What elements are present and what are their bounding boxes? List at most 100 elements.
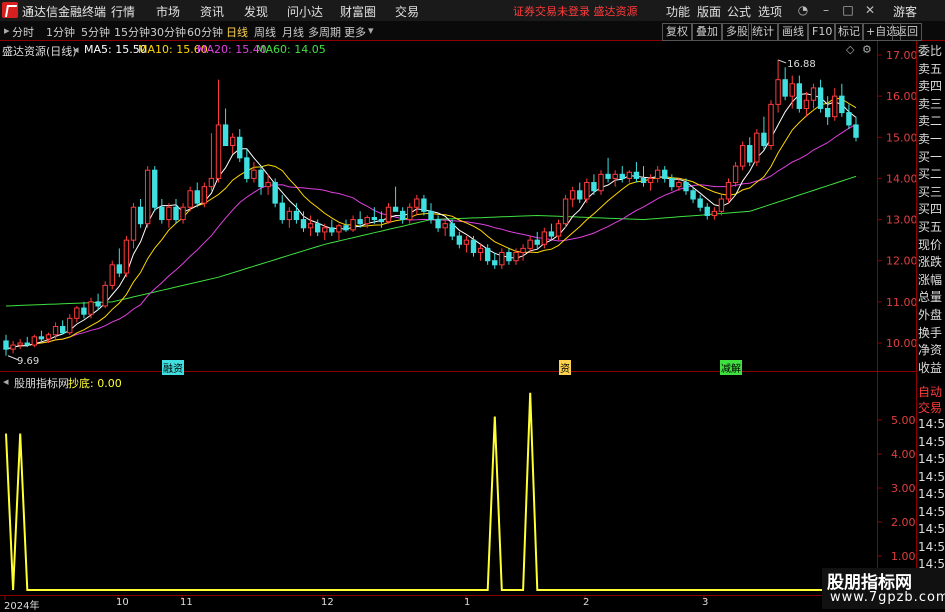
event-tag-capital[interactable]: 资 — [559, 360, 571, 375]
ind-tick-label-3: 4.00 — [891, 448, 916, 461]
candle-body-2 — [17, 342, 23, 346]
settings-gear-icon[interactable]: ⚙ — [862, 43, 872, 56]
quote-field-5: 卖一 — [918, 131, 943, 146]
candle-body-94 — [669, 177, 675, 188]
candle-body-91 — [647, 177, 654, 184]
price-tick-label-7: 17.00 — [886, 49, 918, 62]
candle-body-26 — [187, 190, 193, 208]
candle-body-116 — [824, 107, 831, 118]
candle-body-70 — [499, 251, 505, 266]
candle-body-100 — [711, 210, 718, 216]
candle-body-19 — [137, 206, 144, 225]
candle-body-112 — [796, 83, 803, 109]
candle-body-1 — [10, 344, 16, 350]
price-tick-label-4: 14.00 — [886, 172, 918, 185]
candle-body-7 — [52, 326, 59, 336]
quote-field-7: 买二 — [918, 167, 943, 182]
quote-field-0: 委比 — [918, 44, 943, 58]
candle-body-82 — [584, 182, 590, 200]
candle-body-0 — [3, 340, 9, 350]
candle-body-53 — [378, 219, 385, 223]
ind-tick-label-2: 3.00 — [891, 482, 916, 495]
date-label-mar: 3 — [702, 597, 709, 608]
panel-divider — [0, 371, 916, 372]
quote-field-14: 总量 — [918, 290, 943, 305]
sub-legend-icon[interactable]: ◂ — [3, 375, 9, 388]
date-axis-divider — [0, 595, 916, 596]
stock-chart: 10.00 11.00 12.00 13.00 14.00 15.00 16.00 17.00… — [3, 49, 918, 600]
candle-body-69 — [492, 260, 498, 266]
candle-body-102 — [725, 182, 732, 200]
candle-body-105 — [747, 145, 753, 163]
quote-field-9: 买四 — [918, 202, 943, 217]
quote-field-16: 换手 — [918, 325, 943, 340]
candle-body-85 — [605, 173, 611, 179]
candle-body-77 — [548, 231, 555, 237]
candle-body-32 — [229, 136, 236, 147]
date-label-oct: 10 — [116, 597, 129, 608]
sub-legend-title: 股朋指标网 — [14, 377, 69, 390]
candle-body-10 — [74, 307, 80, 319]
candle-body-114 — [810, 87, 817, 101]
candle-body-118 — [839, 95, 845, 114]
candle-body-18 — [130, 206, 137, 241]
date-label-jan: 1 — [464, 597, 471, 608]
candle-body-107 — [761, 132, 767, 147]
candle-body-30 — [215, 124, 222, 179]
trade-field-2: 14:56 — [918, 417, 945, 431]
candle-body-113 — [803, 99, 810, 109]
candle-body-96 — [683, 182, 689, 192]
candle-body-28 — [201, 186, 208, 204]
candle-body-74 — [527, 239, 533, 249]
watermark-url: www.7gpzb.com — [830, 590, 945, 605]
candle-body-59 — [421, 198, 427, 212]
ind-tick-label-1: 2.00 — [891, 516, 916, 529]
candle-body-58 — [414, 198, 420, 208]
quote-field-15: 外盘 — [918, 307, 943, 322]
candle-body-120 — [853, 124, 859, 138]
candle-body-11 — [81, 307, 87, 315]
candle-body-14 — [102, 284, 108, 307]
candle-body-67 — [477, 247, 484, 253]
high-pointer — [777, 59, 787, 64]
candle-body-54 — [385, 206, 392, 223]
trade-field-9: 14:56 — [918, 539, 945, 554]
candle-body-35 — [251, 169, 257, 179]
trade-field-1: 交易 — [918, 401, 943, 415]
ind-tick-label-4: 5.00 — [891, 414, 916, 427]
candle-body-99 — [704, 206, 710, 216]
event-tag-financing[interactable]: 融资 — [162, 360, 184, 375]
candle-body-42 — [300, 219, 307, 229]
candle-body-21 — [152, 169, 158, 208]
quote-side-column: 委比 卖五 卖四 卖三 卖二 卖一 买一 买二 买三 买四 买五 现价 涨跌 涨幅 总量 外盘 换手 净资 收益 — [918, 44, 945, 378]
candle-body-39 — [279, 202, 285, 221]
candle-body-68 — [484, 247, 491, 262]
high-price-label: 16.88 — [787, 59, 816, 70]
candle-body-61 — [435, 219, 441, 229]
side-column-divider — [916, 41, 917, 596]
candle-body-60 — [428, 210, 434, 221]
candle-body-110 — [782, 79, 788, 97]
candle-body-71 — [506, 251, 512, 262]
diamond-icon[interactable]: ◇ — [846, 43, 854, 56]
trade-field-7: 14:56 — [918, 504, 945, 519]
quote-field-12: 涨跌 — [918, 255, 943, 270]
event-tag-unlock[interactable]: 减解 — [720, 360, 742, 375]
candle-body-3 — [24, 342, 30, 346]
candle-body-119 — [846, 112, 852, 126]
trade-field-4: 14:56 — [918, 452, 945, 466]
candle-body-33 — [237, 136, 243, 159]
candle-body-27 — [194, 190, 200, 204]
legend-dropdown-icon[interactable]: ◂ — [73, 43, 79, 56]
trade-field-6: 14:56 — [918, 487, 945, 501]
candle-body-45 — [322, 227, 328, 233]
candle-body-13 — [95, 301, 101, 307]
candle-body-93 — [662, 169, 668, 179]
candle-body-78 — [555, 223, 562, 237]
candle-body-40 — [286, 210, 293, 221]
quote-field-17: 净资 — [918, 343, 943, 358]
candle-body-43 — [307, 223, 314, 229]
candle-body-47 — [336, 225, 342, 233]
candle-body-98 — [697, 198, 703, 208]
quote-field-6: 买一 — [918, 149, 943, 164]
